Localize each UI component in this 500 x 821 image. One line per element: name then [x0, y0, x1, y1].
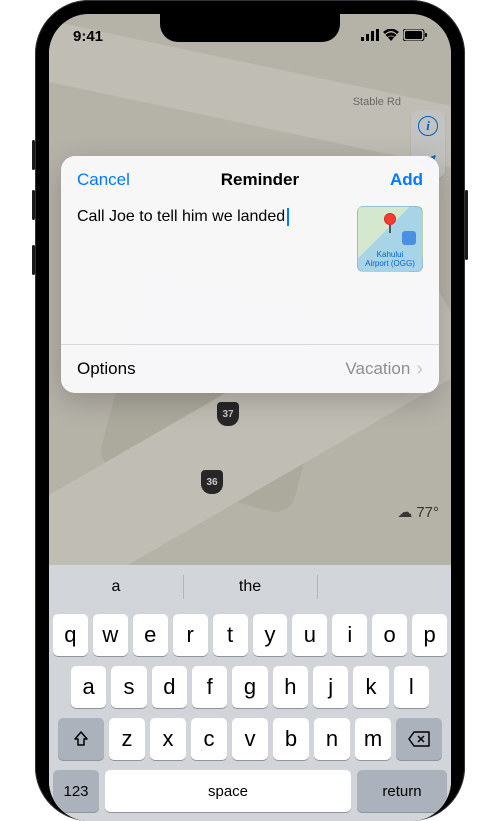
- location-label: KahuluiAirport (OGG): [358, 251, 422, 269]
- options-row[interactable]: Options Vacation ›: [61, 344, 439, 393]
- numbers-key[interactable]: 123: [53, 770, 99, 812]
- key-q[interactable]: q: [53, 614, 88, 656]
- options-value: Vacation: [345, 359, 410, 379]
- key-t[interactable]: t: [213, 614, 248, 656]
- suggestion[interactable]: [317, 565, 451, 609]
- key-i[interactable]: i: [332, 614, 367, 656]
- key-row: z x c v b n m: [49, 713, 451, 765]
- key-d[interactable]: d: [152, 666, 187, 708]
- key-n[interactable]: n: [314, 718, 350, 760]
- signal-icon: [361, 28, 379, 44]
- key-z[interactable]: z: [109, 718, 145, 760]
- notch: [160, 14, 340, 42]
- key-u[interactable]: u: [292, 614, 327, 656]
- key-row: 123 space return: [49, 765, 451, 817]
- key-row: a s d f g h j k l: [49, 661, 451, 713]
- chevron-right-icon: ›: [416, 359, 423, 379]
- key-h[interactable]: h: [273, 666, 308, 708]
- key-y[interactable]: y: [253, 614, 288, 656]
- backspace-key[interactable]: [396, 718, 442, 760]
- key-k[interactable]: k: [353, 666, 388, 708]
- keyboard: a the q w e r t y u i o p a s d f g: [49, 565, 451, 821]
- location-thumbnail[interactable]: KahuluiAirport (OGG): [357, 206, 423, 272]
- reminder-text-input[interactable]: Call Joe to tell him we landed: [77, 206, 347, 226]
- status-time: 9:41: [73, 28, 103, 45]
- screen: 9:41 Stable Rd i: [49, 14, 451, 821]
- space-key[interactable]: space: [105, 770, 351, 812]
- key-o[interactable]: o: [372, 614, 407, 656]
- key-x[interactable]: x: [150, 718, 186, 760]
- key-a[interactable]: a: [71, 666, 106, 708]
- key-p[interactable]: p: [412, 614, 447, 656]
- add-button[interactable]: Add: [390, 170, 423, 190]
- reminder-modal: Cancel Reminder Add Call Joe to tell him…: [61, 156, 439, 393]
- key-e[interactable]: e: [133, 614, 168, 656]
- suggestion-bar: a the: [49, 565, 451, 609]
- shift-key[interactable]: [58, 718, 104, 760]
- wifi-icon: [383, 28, 399, 44]
- text-cursor: [287, 208, 289, 226]
- cancel-button[interactable]: Cancel: [77, 170, 130, 190]
- pin-icon: [384, 213, 396, 233]
- modal-header: Cancel Reminder Add: [61, 156, 439, 204]
- key-l[interactable]: l: [394, 666, 429, 708]
- status-right: [361, 28, 427, 44]
- reminder-text-value: Call Joe to tell him we landed: [77, 208, 285, 225]
- key-row: q w e r t y u i o p: [49, 609, 451, 661]
- key-f[interactable]: f: [192, 666, 227, 708]
- return-key[interactable]: return: [357, 770, 447, 812]
- suggestion[interactable]: the: [183, 565, 317, 609]
- options-label: Options: [77, 359, 136, 379]
- key-r[interactable]: r: [173, 614, 208, 656]
- key-s[interactable]: s: [111, 666, 146, 708]
- key-v[interactable]: v: [232, 718, 268, 760]
- phone-frame: 9:41 Stable Rd i: [35, 0, 465, 821]
- modal-title: Reminder: [221, 170, 299, 190]
- key-g[interactable]: g: [232, 666, 267, 708]
- key-m[interactable]: m: [355, 718, 391, 760]
- battery-icon: [403, 28, 427, 44]
- airport-icon: [402, 231, 416, 245]
- suggestion[interactable]: a: [49, 565, 183, 609]
- key-c[interactable]: c: [191, 718, 227, 760]
- key-j[interactable]: j: [313, 666, 348, 708]
- key-w[interactable]: w: [93, 614, 128, 656]
- key-b[interactable]: b: [273, 718, 309, 760]
